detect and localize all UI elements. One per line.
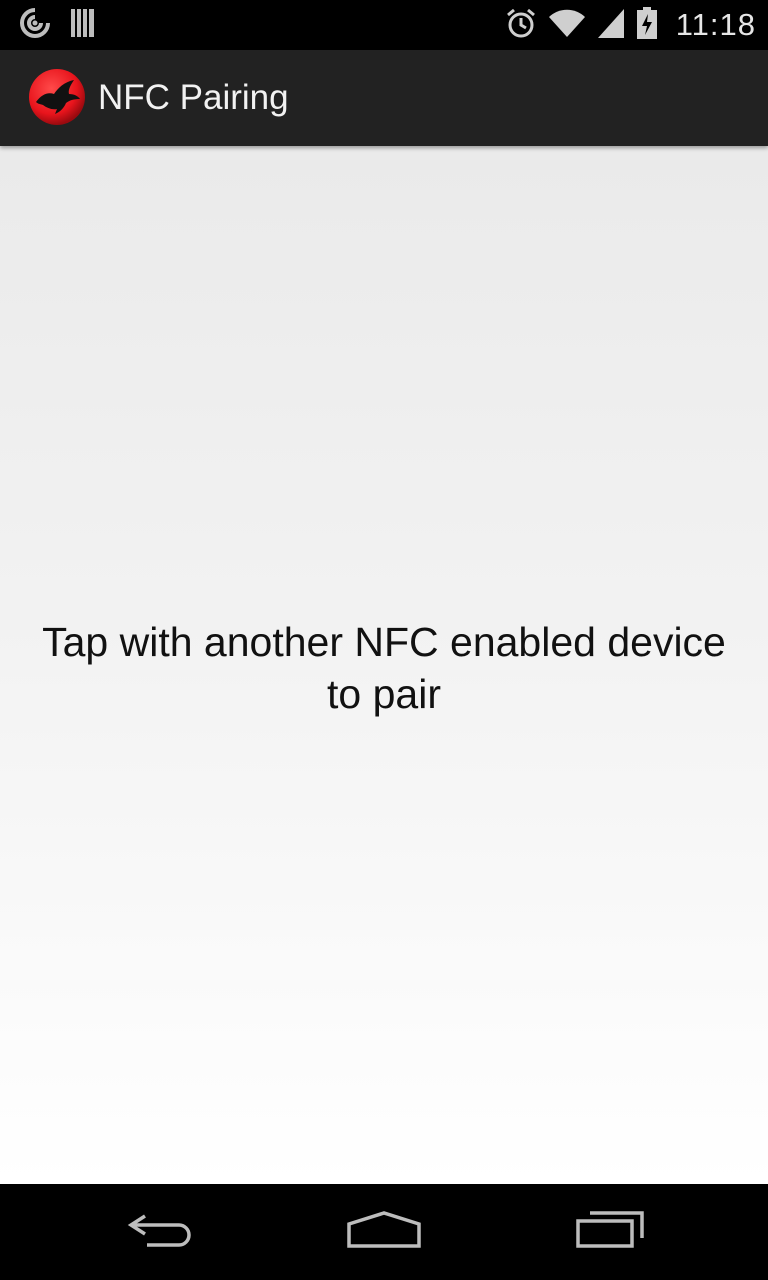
status-clock: 11:18 bbox=[675, 7, 756, 42]
recent-apps-button[interactable] bbox=[540, 1184, 680, 1280]
navigation-bar bbox=[0, 1184, 768, 1280]
wifi-icon bbox=[548, 8, 586, 43]
sync-icon bbox=[18, 6, 52, 45]
status-right-icons: 11:18 bbox=[504, 0, 756, 50]
barcode-icon bbox=[70, 8, 96, 43]
home-button[interactable] bbox=[314, 1184, 454, 1280]
action-bar: NFC Pairing bbox=[0, 50, 768, 146]
back-button[interactable] bbox=[90, 1184, 230, 1280]
back-icon bbox=[125, 1210, 195, 1255]
page-title: NFC Pairing bbox=[98, 78, 289, 117]
status-bar: 11:18 bbox=[0, 0, 768, 50]
raven-logo-icon[interactable] bbox=[28, 68, 86, 126]
alarm-icon bbox=[504, 6, 538, 45]
main-content: Tap with another NFC enabled device to p… bbox=[0, 146, 768, 1184]
recent-apps-icon bbox=[574, 1210, 646, 1255]
nfc-instruction-text: Tap with another NFC enabled device to p… bbox=[42, 619, 726, 717]
status-left-icons bbox=[18, 6, 96, 45]
battery-charging-icon bbox=[636, 6, 658, 45]
home-icon bbox=[346, 1210, 422, 1255]
signal-icon bbox=[596, 7, 626, 44]
